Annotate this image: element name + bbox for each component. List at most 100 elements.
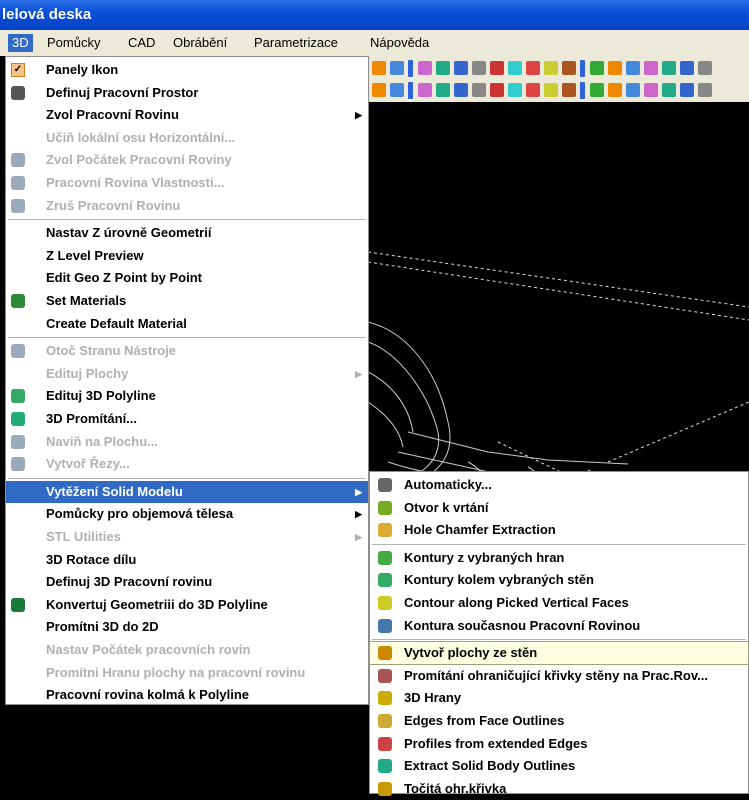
toolbar-tool-icon[interactable]: [372, 61, 386, 75]
menu-item-set-materials[interactable]: Set Materials: [6, 290, 368, 312]
toolbar-tool-icon[interactable]: [418, 83, 432, 97]
contour-edges-icon: [378, 550, 392, 565]
toolbar-tool-icon[interactable]: [562, 83, 576, 97]
menu-item-stl-utilities[interactable]: STL Utilities ▶: [6, 526, 368, 548]
toolbar-tool-icon[interactable]: [472, 83, 486, 97]
menu-item-konvertuj-geometriii-do-3d-polyline[interactable]: Konvertuj Geometriii do 3D Polyline: [6, 594, 368, 616]
toolbar-tool-icon[interactable]: [626, 61, 640, 75]
menu-item-nastav-z-urovne-geometrii[interactable]: Nastav Z úrovně Geometrií: [6, 222, 368, 244]
toolbar-tool-icon[interactable]: [436, 83, 450, 97]
menu-item-3d-promitani[interactable]: 3D Promítání...: [6, 408, 368, 430]
menu-item-promitani-ohranicujici-krivky-steny-na-prac-rov[interactable]: Promítání ohraničující křivky stěny na P…: [370, 665, 748, 687]
toolbar-separator: [580, 82, 585, 99]
menu-item-label: Konvertuj Geometriii do 3D Polyline: [46, 596, 268, 612]
menu-item-kontury-z-vybranych-hran[interactable]: Kontury z vybraných hran: [370, 547, 748, 569]
toolbar-tool-icon[interactable]: [608, 61, 622, 75]
menu-item-label: Kontury kolem vybraných stěn: [404, 572, 594, 588]
toolbar-tool-icon[interactable]: [454, 61, 468, 75]
toolbar-tool-icon[interactable]: [680, 83, 694, 97]
menu-item-hole-chamfer-extraction[interactable]: Hole Chamfer Extraction: [370, 519, 748, 541]
menu-3d[interactable]: 3D: [8, 34, 33, 52]
toolbar-tool-icon[interactable]: [454, 83, 468, 97]
menu-item-vytezeni-solid-modelu[interactable]: Vytěžení Solid Modelu ▶: [6, 480, 368, 503]
menu-item-zrus-pracovni-rovinu[interactable]: Zruš Pracovní Rovinu: [6, 195, 368, 217]
toolbar-tool-icon[interactable]: [472, 61, 486, 75]
menu-item-extract-solid-body-outlines[interactable]: Extract Solid Body Outlines: [370, 755, 748, 777]
menu-item-vytvor-rezy[interactable]: Vytvoř Řezy...: [6, 453, 368, 475]
menu-item-3d-hrany[interactable]: 3D Hrany: [370, 687, 748, 709]
cancel-plane-icon: [11, 198, 25, 213]
toolbar-tool-icon[interactable]: [490, 61, 504, 75]
menu-item-label: Definuj Pracovní Prostor: [46, 84, 199, 100]
menu-item-automaticky[interactable]: Automaticky...: [370, 474, 748, 496]
toolbar-tool-icon[interactable]: [698, 83, 712, 97]
menu-item-edituj-3d-polyline[interactable]: Edituj 3D Polyline: [6, 385, 368, 407]
menu-item-label: Edges from Face Outlines: [404, 713, 565, 728]
flip-tool-icon: [11, 344, 25, 359]
menu-parametrizace[interactable]: Parametrizace: [250, 34, 342, 52]
menu-item-otoc-stranu-nastroje[interactable]: Otoč Stranu Nástroje: [6, 340, 368, 362]
menu-item-kontura-soucasnou-pracovni-rovinou[interactable]: Kontura současnou Pracovní Rovinou: [370, 615, 748, 637]
menu-item-edit-geo-z-point-by-point[interactable]: Edit Geo Z Point by Point: [6, 267, 368, 289]
toolbar-tool-icon[interactable]: [644, 61, 658, 75]
menu-item-edges-from-face-outlines[interactable]: Edges from Face Outlines: [370, 710, 748, 732]
polyline-icon: [11, 389, 25, 404]
toolbar-tool-icon[interactable]: [544, 61, 558, 75]
toolbar-tool-icon[interactable]: [418, 61, 432, 75]
menu-item-definuj-pracovni-prostor[interactable]: Definuj Pracovní Prostor: [6, 82, 368, 104]
toolbar-tool-icon[interactable]: [662, 61, 676, 75]
menu-cad[interactable]: CAD: [124, 34, 159, 52]
menu-item-tocita-ohr-krivka[interactable]: Točitá ohr.křivka: [370, 778, 748, 800]
menu-item-pomucky-pro-objemova-telesa[interactable]: Pomůcky pro objemová tělesa ▶: [6, 503, 368, 525]
toolbar-separator: [408, 60, 413, 77]
menu-item-pracovni-rovina-kolma-k-polyline[interactable]: Pracovní rovina kolmá k Polyline: [6, 684, 368, 706]
menu-item-navin-na-plochu[interactable]: Naviň na Plochu...: [6, 431, 368, 453]
toolbar-tool-icon[interactable]: [662, 83, 676, 97]
toolbar-tool-icon[interactable]: [680, 61, 694, 75]
menu-item-label: Set Materials: [46, 293, 127, 308]
toolbar-tool-icon[interactable]: [390, 83, 404, 97]
menu-item-promitni-3d-do-2d[interactable]: Promítni 3D do 2D: [6, 616, 368, 638]
menu-item-profiles-from-extended-edges[interactable]: Profiles from extended Edges: [370, 733, 748, 755]
menu-item-edituj-plochy[interactable]: Edituj Plochy ▶: [6, 363, 368, 385]
menu-item-definuj-3d-pracovni-rovinu[interactable]: Definuj 3D Pracovní rovinu: [6, 571, 368, 593]
menu-item-zvol-pracovni-rovinu[interactable]: Zvol Pracovní Rovinu ▶: [6, 104, 368, 126]
menu-item-create-default-material[interactable]: Create Default Material: [6, 313, 368, 335]
menu-item-label: Nastav Z úrovně Geometrií: [46, 225, 212, 241]
menu-pomucky[interactable]: Pomůcky: [43, 34, 104, 52]
menu-item-z-level-preview[interactable]: Z Level Preview: [6, 245, 368, 267]
toolbar-tool-icon[interactable]: [436, 61, 450, 75]
menu-item-ucin-lokalni-osu-horizontalni[interactable]: Učiň lokální osu Horizontální...: [6, 127, 368, 149]
toolbar-tool-icon[interactable]: [526, 83, 540, 97]
menu-item-label: Profiles from extended Edges: [404, 735, 588, 751]
menu-item-panely-ikon[interactable]: ✓ Panely Ikon: [6, 59, 368, 81]
menu-item-label: Vytvoř plochy ze stěn: [404, 645, 538, 661]
menu-obrabeni[interactable]: Obrábění: [169, 34, 231, 52]
chamfer-icon: [378, 523, 392, 538]
menu-item-vytvor-plochy-ze-sten[interactable]: Vytvoř plochy ze stěn: [369, 641, 749, 666]
toolbar-tool-icon[interactable]: [508, 61, 522, 75]
toolbar-tool-icon[interactable]: [626, 83, 640, 97]
menu-item-kontury-kolem-vybranych-sten[interactable]: Kontury kolem vybraných stěn: [370, 569, 748, 591]
toolbar-tool-icon[interactable]: [490, 83, 504, 97]
toolbar-tool-icon[interactable]: [562, 61, 576, 75]
toolbar-tool-icon[interactable]: [590, 83, 604, 97]
menu-item-contour-along-picked-vertical-faces[interactable]: Contour along Picked Vertical Faces: [370, 592, 748, 614]
toolbar-tool-icon[interactable]: [644, 83, 658, 97]
menu-item-otvor-k-vrtani[interactable]: Otvor k vrtání: [370, 497, 748, 519]
menu-item-label: 3D Promítání...: [46, 411, 138, 426]
toolbar-tool-icon[interactable]: [590, 61, 604, 75]
toolbar-tool-icon[interactable]: [372, 83, 386, 97]
menu-item-pracovni-rovina-vlastnosti[interactable]: Pracovní Rovina Vlastnosti...: [6, 172, 368, 194]
toolbar-tool-icon[interactable]: [698, 61, 712, 75]
menu-napoveda[interactable]: Nápověda: [366, 34, 433, 52]
menu-item-zvol-pocatek-pracovni-roviny[interactable]: Zvol Počátek Pracovní Roviny: [6, 149, 368, 171]
toolbar-tool-icon[interactable]: [508, 83, 522, 97]
menu-item-nastav-pocatek-pracovnich-rovin[interactable]: Nastav Počátek pracovních rovin: [6, 639, 368, 661]
toolbar-tool-icon[interactable]: [608, 83, 622, 97]
toolbar-tool-icon[interactable]: [526, 61, 540, 75]
menu-item-promitni-hranu-plochy-na-pracovni-rovinu[interactable]: Promítni Hranu plochy na pracovní rovinu: [6, 662, 368, 684]
toolbar-tool-icon[interactable]: [544, 83, 558, 97]
toolbar-tool-icon[interactable]: [390, 61, 404, 75]
menu-item-3d-rotace-dilu[interactable]: 3D Rotace dílu: [6, 549, 368, 571]
